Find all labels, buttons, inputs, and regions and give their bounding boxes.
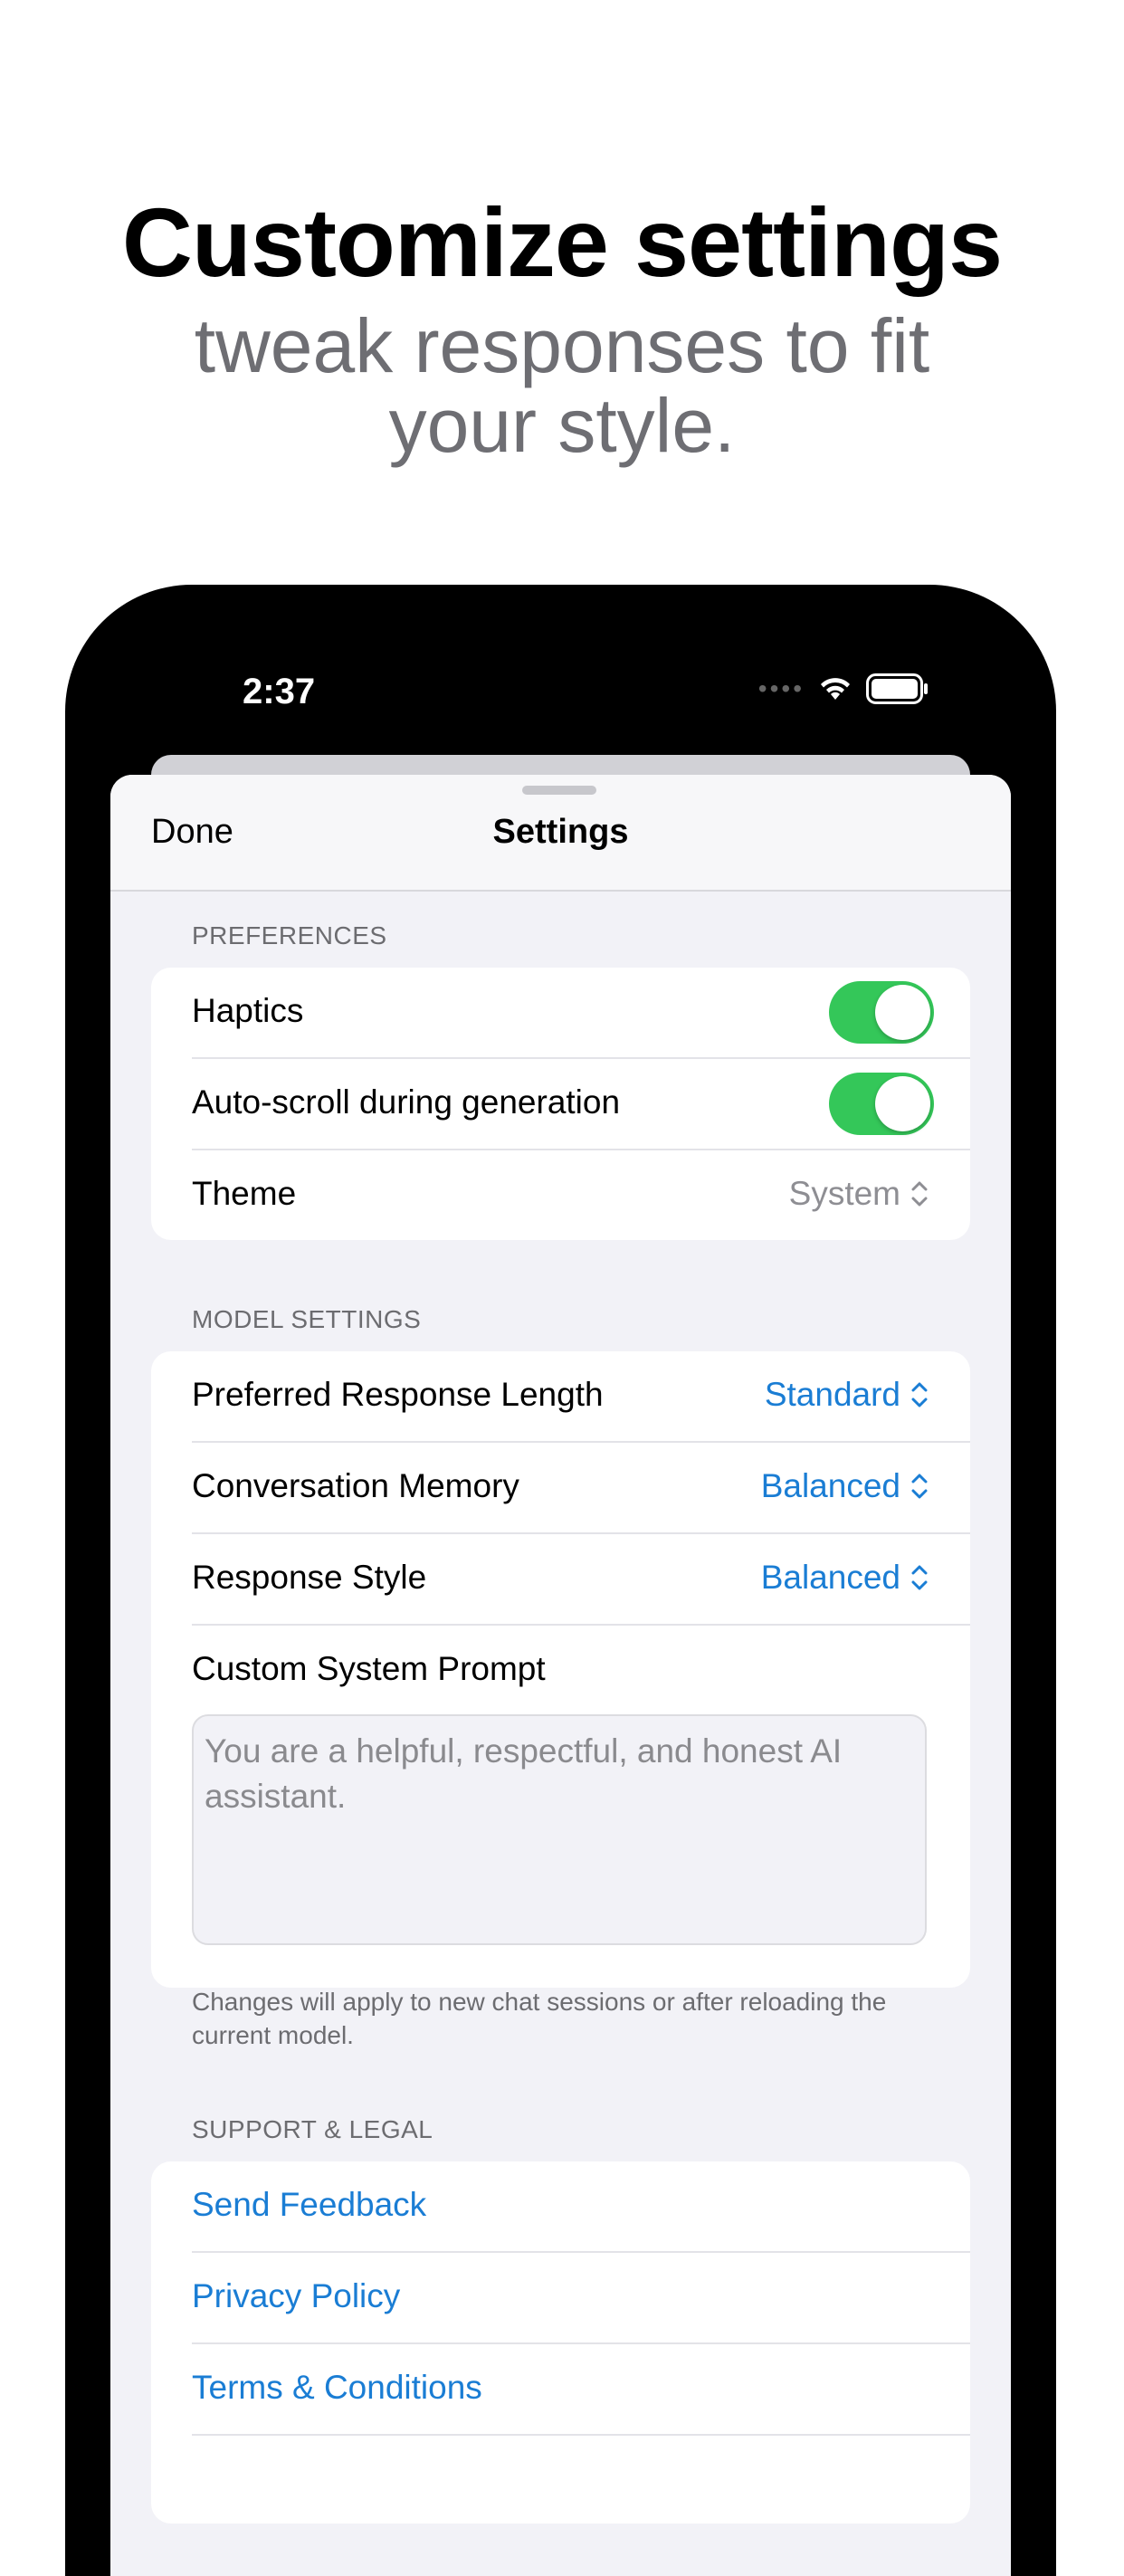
custom-prompt-textarea[interactable]: You are a helpful, respectful, and hones… [192,1714,927,1945]
haptics-label: Haptics [192,992,304,1029]
autoscroll-label: Auto-scroll during generation [192,1083,621,1121]
autoscroll-row: Auto-scroll during generation [192,1059,970,1150]
sheet-grabber[interactable] [522,786,596,795]
model-settings-footer: Changes will apply to new chat sessions … [192,1988,887,2049]
support-group: Send Feedback Privacy Policy Terms & Con… [151,2161,970,2524]
privacy-policy-row[interactable]: Privacy Policy [192,2253,970,2344]
terms-link[interactable]: Terms & Conditions [192,2369,482,2407]
preferences-header: PREFERENCES [192,921,387,949]
chevron-up-down-icon [911,1181,928,1207]
custom-prompt-label: Custom System Prompt [192,1650,546,1687]
toggle-knob [875,1076,930,1131]
memory-picker[interactable]: Balanced [761,1467,929,1505]
send-feedback-row[interactable]: Send Feedback [192,2161,970,2253]
chevron-up-down-icon [911,1382,928,1407]
nav-title: Settings [492,813,629,851]
haptics-row: Haptics [192,968,970,1059]
memory-label: Conversation Memory [192,1467,519,1504]
terms-row[interactable]: Terms & Conditions [192,2344,970,2436]
style-label: Response Style [192,1559,427,1596]
style-value: Balanced [760,1559,900,1596]
theme-value: System [788,1175,900,1212]
preferences-group: Haptics Auto-scroll during generation Th… [151,968,970,1240]
response-length-row[interactable]: Preferred Response Length Standard [192,1351,970,1443]
theme-row[interactable]: Theme System [192,1150,970,1240]
response-length-label: Preferred Response Length [192,1376,604,1413]
support-header: SUPPORT & LEGAL [192,2115,433,2143]
haptics-toggle[interactable] [829,981,934,1044]
memory-value: Balanced [760,1467,900,1504]
settings-sheet: Done Settings PREFERENCES Haptics Auto-s… [110,775,1011,2576]
style-row[interactable]: Response Style Balanced [192,1534,970,1626]
wifi-icon [821,678,850,700]
style-picker[interactable]: Balanced [761,1559,929,1597]
status-icons: •••• [758,673,929,704]
model-settings-header: MODEL SETTINGS [192,1305,422,1333]
privacy-policy-link[interactable]: Privacy Policy [192,2277,400,2315]
model-settings-group: Preferred Response Length Standard Conve… [151,1351,970,1988]
theme-picker[interactable]: System [789,1175,929,1213]
theme-label: Theme [192,1175,297,1212]
cellular-dots-icon: •••• [757,674,805,702]
status-time: 2:37 [243,672,316,711]
battery-icon [866,673,928,704]
custom-prompt-row: Custom System Prompt You are a helpful, … [192,1626,970,1988]
memory-row[interactable]: Conversation Memory Balanced [192,1443,970,1534]
promo-subline: tweak responses to fit your style. [194,303,930,468]
phone-frame: 2:37 •••• Done Settings PREFERENCES Hapt… [65,585,1056,2576]
chevron-up-down-icon [911,1565,928,1590]
nav-bar: Done Settings [110,775,1011,892]
chevron-up-down-icon [911,1474,928,1499]
promo-headline: Customize settings [121,187,1003,297]
response-length-picker[interactable]: Standard [765,1376,929,1414]
response-length-value: Standard [764,1376,900,1413]
send-feedback-link[interactable]: Send Feedback [192,2186,426,2224]
toggle-knob [875,985,930,1040]
autoscroll-toggle[interactable] [829,1073,934,1135]
